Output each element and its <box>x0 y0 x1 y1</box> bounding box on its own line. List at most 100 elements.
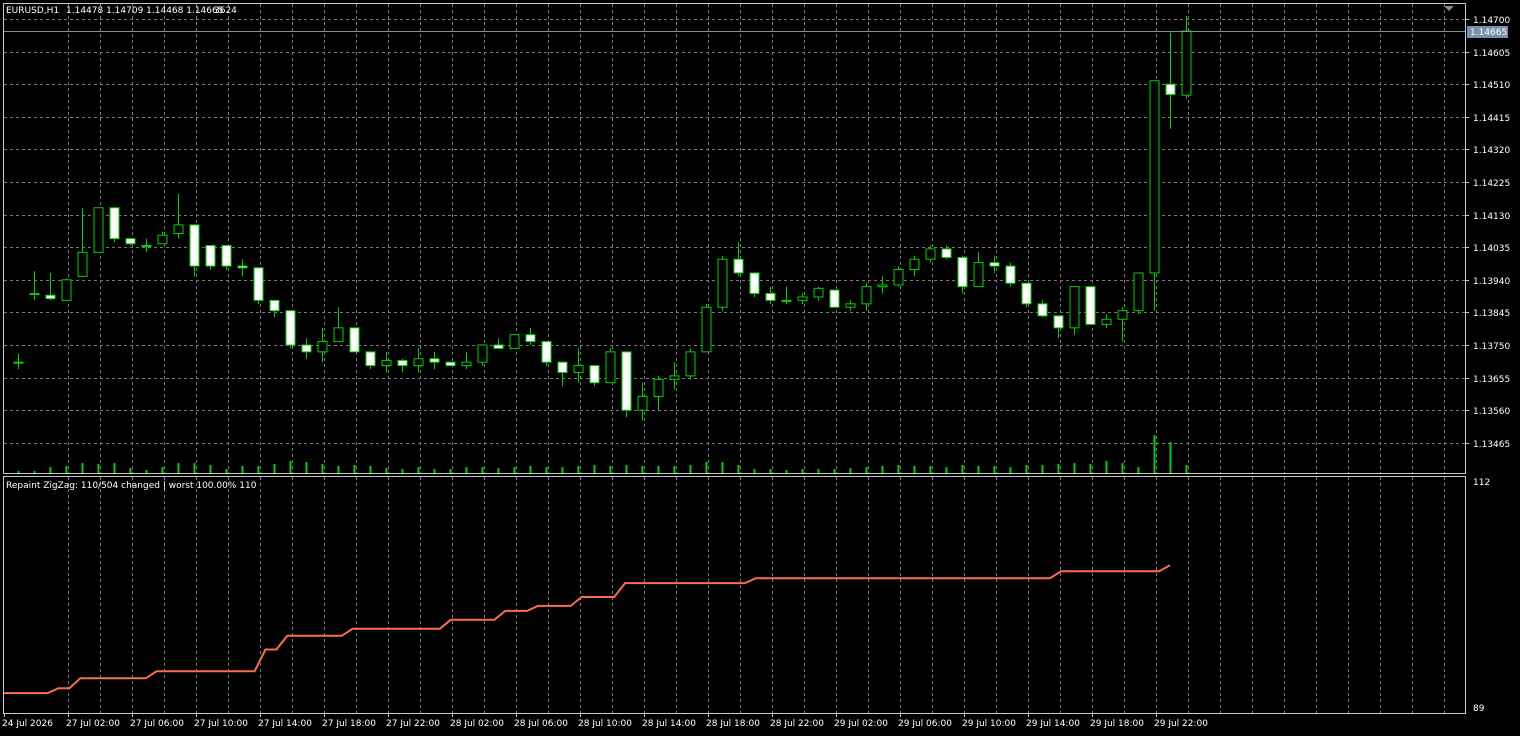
candle-body <box>381 359 392 367</box>
candle-body <box>829 289 840 308</box>
candle-body <box>669 375 680 380</box>
candle-body <box>1053 315 1064 329</box>
chart-canvas[interactable]: EURUSD,H1 1.14478 1.14709 1.14468 1.1466… <box>0 0 1520 736</box>
candle-body <box>637 395 648 411</box>
time-label: 27 Jul 06:00 <box>130 719 184 729</box>
candle-body <box>1149 80 1160 274</box>
time-label: 28 Jul 14:00 <box>642 719 696 729</box>
candle-body <box>445 361 456 367</box>
price-label: 1.13750 <box>1473 342 1510 352</box>
candle-body <box>29 293 40 296</box>
candle-body <box>61 279 72 301</box>
candle-body <box>461 361 472 367</box>
candle-body <box>925 248 936 260</box>
time-label: 28 Jul 10:00 <box>578 719 632 729</box>
time-label: 29 Jul 14:00 <box>1026 719 1080 729</box>
candle-body <box>589 365 600 384</box>
candle-body <box>205 244 216 267</box>
candle-body <box>333 327 344 343</box>
candle-body <box>797 296 808 301</box>
candle-body <box>77 251 88 277</box>
candle-body <box>733 258 744 274</box>
candle-body <box>909 258 920 271</box>
symbol-label: EURUSD,H1 <box>6 6 59 16</box>
candle-body <box>301 344 312 353</box>
candle-body <box>621 351 632 411</box>
tick-count: 3624 <box>214 6 237 16</box>
time-label: 28 Jul 18:00 <box>706 719 760 729</box>
current-price-label: 1.14665 <box>1470 28 1507 38</box>
candle-body <box>397 359 408 367</box>
candle-body <box>285 310 296 346</box>
candle-body <box>1181 30 1192 96</box>
candle-body <box>525 334 536 343</box>
time-label: 27 Jul 10:00 <box>194 719 248 729</box>
price-label: 1.13465 <box>1473 440 1510 450</box>
price-label: 1.14415 <box>1473 114 1510 124</box>
time-label: 27 Jul 18:00 <box>322 719 376 729</box>
candle-body <box>957 256 968 288</box>
time-label: 29 Jul 02:00 <box>834 719 888 729</box>
candle-body <box>189 224 200 267</box>
time-label: 29 Jul 10:00 <box>962 719 1016 729</box>
price-label: 1.14320 <box>1473 146 1510 156</box>
candle-body <box>173 224 184 234</box>
candle-body <box>765 293 776 301</box>
candle-body <box>813 287 824 298</box>
candle-body <box>237 265 248 269</box>
candle-body <box>125 238 136 245</box>
candle-body <box>349 327 360 353</box>
price-label: 1.14035 <box>1473 244 1510 254</box>
indicator-scale-bottom: 89 <box>1473 704 1485 714</box>
time-label: 27 Jul 14:00 <box>258 719 312 729</box>
candle-body <box>989 262 1000 267</box>
candle-body <box>861 286 872 305</box>
candle-body <box>141 244 152 247</box>
candle-body <box>893 269 904 286</box>
candle-body <box>317 341 328 353</box>
candle-body <box>717 258 728 308</box>
time-label: 28 Jul 22:00 <box>770 719 824 729</box>
candle-body <box>877 284 888 288</box>
time-label: 28 Jul 06:00 <box>514 719 568 729</box>
candle-body <box>573 365 584 373</box>
candle-body <box>477 344 488 363</box>
time-label: 29 Jul 06:00 <box>898 719 952 729</box>
price-label: 1.14605 <box>1473 49 1510 59</box>
time-label: 27 Jul 02:00 <box>66 719 120 729</box>
candle-body <box>1117 310 1128 320</box>
price-label: 1.13655 <box>1473 375 1510 385</box>
candle-body <box>1021 282 1032 305</box>
price-label: 1.14700 <box>1473 16 1510 26</box>
candle-body <box>557 361 568 373</box>
candle-body <box>13 361 24 364</box>
candle-body <box>541 341 552 363</box>
candle-body <box>1101 318 1112 325</box>
candle-body <box>1085 286 1096 325</box>
price-label: 1.14130 <box>1473 212 1510 222</box>
indicator-scale-top: 112 <box>1473 478 1490 488</box>
candle-body <box>781 299 792 302</box>
candle-body <box>413 358 424 367</box>
candle-body <box>1133 272 1144 312</box>
candle-body <box>941 248 952 258</box>
candle-body <box>109 207 120 240</box>
price-label: 1.13940 <box>1473 277 1510 287</box>
time-label: 29 Jul 18:00 <box>1090 719 1144 729</box>
time-label: 24 Jul 2026 <box>2 719 53 729</box>
time-label: 28 Jul 02:00 <box>450 719 504 729</box>
price-label: 1.14510 <box>1473 81 1510 91</box>
price-label: 1.13560 <box>1473 407 1510 417</box>
candle-body <box>157 234 168 245</box>
candle-body <box>1005 265 1016 284</box>
candle-body <box>845 303 856 308</box>
candle-body <box>653 378 664 397</box>
candle-body <box>605 351 616 384</box>
candle-body <box>1037 303 1048 317</box>
candle-body <box>269 299 280 312</box>
candle-body <box>685 351 696 377</box>
time-label: 27 Jul 22:00 <box>386 719 440 729</box>
candle-body <box>509 334 520 349</box>
price-label: 1.14225 <box>1473 179 1510 189</box>
candle-body <box>45 294 56 300</box>
